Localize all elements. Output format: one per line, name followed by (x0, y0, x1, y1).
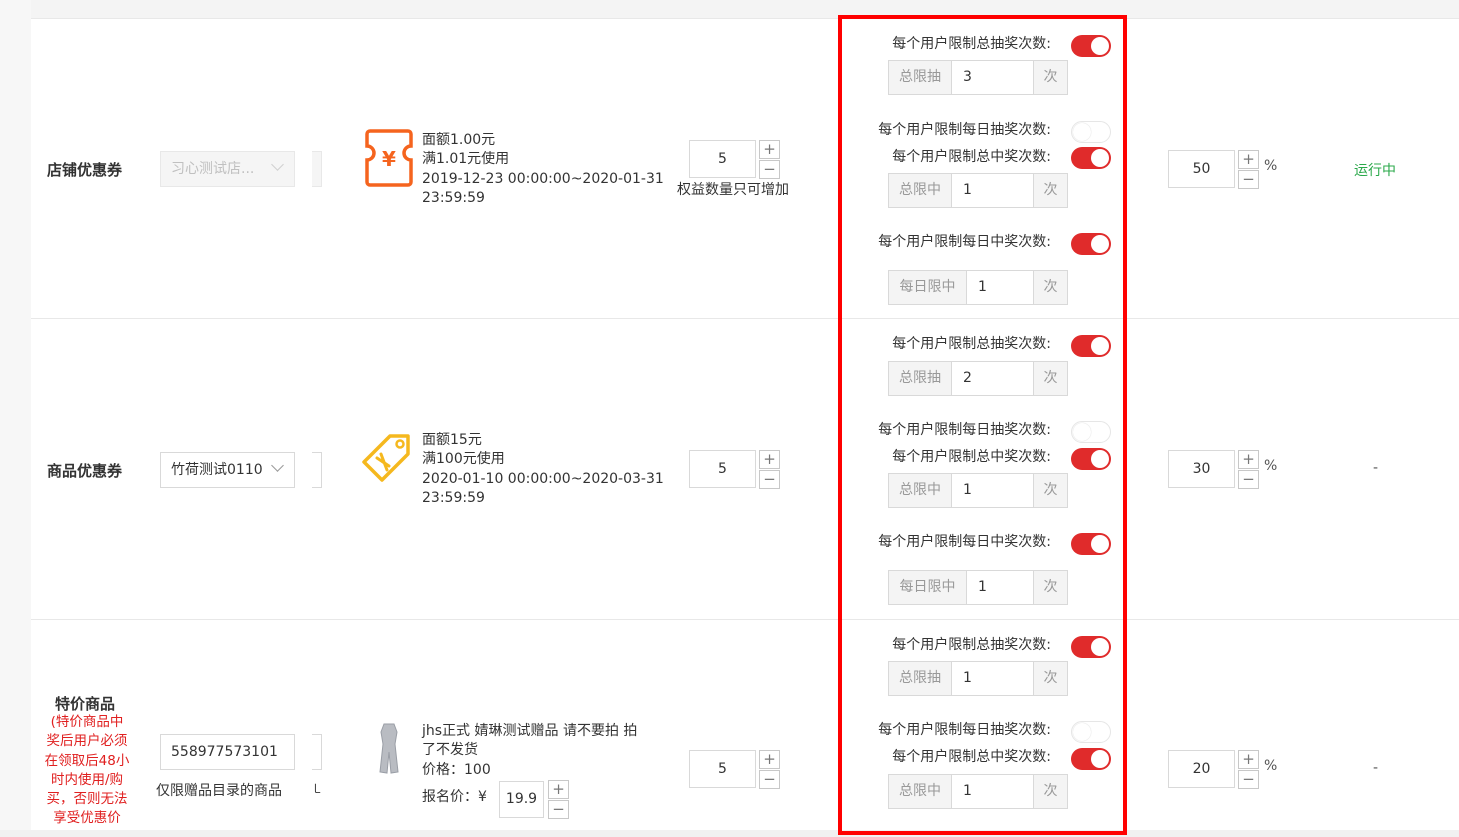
probability-decrease-button[interactable]: − (1238, 770, 1259, 789)
category-note-line: 享受优惠价 (53, 810, 121, 827)
product-title-cont: 了不发货 (422, 742, 478, 759)
quantity-input[interactable]: 5 (689, 450, 756, 488)
probability-decrease-button[interactable]: − (1238, 170, 1259, 189)
coupon-validity-end: 23:59:59 (422, 189, 485, 206)
quantity-decrease-button[interactable]: − (759, 770, 780, 789)
product-details: jhs正式 婧琳测试赠品 请不要拍 拍 了不发货 价格：100 (422, 722, 652, 780)
chevron-down-icon (271, 158, 284, 171)
category-label: 商品优惠券 (47, 462, 123, 480)
probability-input[interactable]: 20 (1168, 750, 1235, 788)
product-thumbnail-icon (376, 722, 402, 776)
category-note: (特价商品中 奖后用户必须 在领取后48小 时内使用/购 买，否则无法 享受优惠… (37, 713, 137, 829)
product-title: jhs正式 婧琳测试赠品 请不要拍 拍 (422, 723, 638, 739)
quantity-note: 权益数量只可增加 (677, 182, 789, 198)
status-badge: 运行中 (1354, 163, 1396, 179)
quantity-increase-button[interactable]: + (759, 450, 780, 469)
select-stub (312, 452, 322, 488)
chevron-down-icon (271, 459, 284, 472)
select-stub (312, 151, 322, 187)
select-stub (312, 734, 322, 770)
category-note-line: 奖后用户必须 (46, 733, 128, 750)
probability-increase-button[interactable]: + (1238, 150, 1259, 169)
left-gutter (0, 0, 31, 837)
svg-text:¥: ¥ (382, 147, 396, 171)
item-note-overflow: ㇄ (311, 782, 324, 796)
percent-sign: % (1264, 458, 1278, 474)
status-badge: - (1373, 460, 1379, 476)
coupon-details: 面额15元 满100元使用 2020-01-10 00:00:00~2020-0… (422, 431, 664, 508)
coupon-yen-icon: ¥ (364, 128, 414, 188)
store-select: 习心测试店... (160, 151, 295, 187)
probability-increase-button[interactable]: + (1238, 450, 1259, 469)
coupon-validity: 2019-12-23 00:00:00~2020-01-31 (422, 170, 664, 187)
coupon-validity-end: 23:59:59 (422, 489, 485, 506)
category-note-line: (特价商品中 (50, 714, 124, 730)
probability-input[interactable]: 50 (1168, 150, 1235, 188)
coupon-face-value: 面额1.00元 (422, 132, 496, 148)
item-id-input[interactable]: 558977573101 (160, 734, 295, 770)
store-select[interactable]: 竹荷测试0110 (160, 452, 295, 488)
percent-sign: % (1264, 758, 1278, 774)
signup-price-increase-button[interactable]: + (548, 780, 569, 799)
quantity-decrease-button[interactable]: − (759, 160, 780, 179)
top-bar (0, 0, 1459, 18)
percent-sign: % (1264, 158, 1278, 174)
product-price: 价格：100 (422, 761, 491, 778)
coupon-threshold: 满1.01元使用 (422, 151, 510, 168)
signup-price-decrease-button[interactable]: − (548, 800, 569, 819)
store-select-value: 竹荷测试0110 (171, 462, 263, 478)
quantity-input[interactable]: 5 (689, 140, 756, 178)
signup-price-label: 报名价：¥ (422, 789, 487, 805)
price-tag-icon (360, 430, 414, 486)
coupon-face-value: 面额15元 (422, 432, 482, 448)
coupon-threshold: 满100元使用 (422, 451, 505, 468)
quantity-increase-button[interactable]: + (759, 750, 780, 769)
row-divider (31, 619, 1459, 620)
quantity-decrease-button[interactable]: − (759, 470, 780, 489)
row-divider (31, 318, 1459, 319)
quantity-increase-button[interactable]: + (759, 140, 780, 159)
signup-price-input[interactable]: 19.9 (499, 781, 544, 818)
item-note: 仅限赠品目录的商品 (156, 783, 282, 799)
bottom-bar (0, 830, 1459, 837)
coupon-details: 面额1.00元 满1.01元使用 2019-12-23 00:00:00~202… (422, 131, 664, 208)
probability-increase-button[interactable]: + (1238, 750, 1259, 769)
category-label: 特价商品 (55, 695, 116, 713)
category-note-line: 买，否则无法 (46, 791, 128, 808)
highlight-frame (838, 15, 1127, 835)
row-divider (31, 18, 1459, 19)
quantity-input[interactable]: 5 (689, 750, 756, 788)
status-badge: - (1373, 760, 1379, 776)
store-select-value: 习心测试店... (171, 161, 255, 177)
coupon-validity: 2020-01-10 00:00:00~2020-03-31 (422, 470, 664, 487)
category-label: 店铺优惠券 (47, 161, 123, 179)
category-note-line: 在领取后48小 (44, 752, 130, 769)
probability-decrease-button[interactable]: − (1238, 470, 1259, 489)
probability-input[interactable]: 30 (1168, 450, 1235, 488)
category-note-line: 时内使用/购 (50, 771, 124, 788)
